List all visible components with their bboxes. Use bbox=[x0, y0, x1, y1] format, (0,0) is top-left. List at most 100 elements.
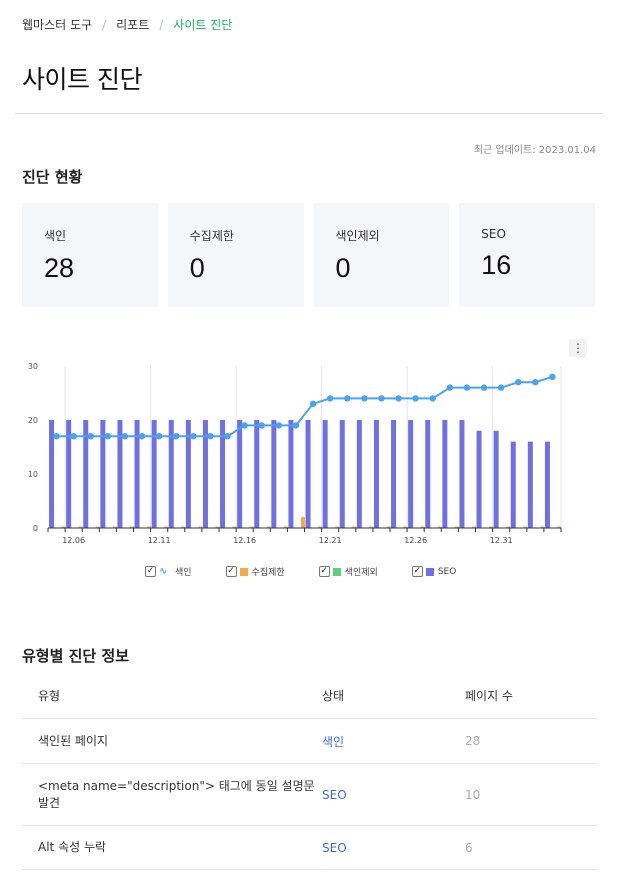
point-index bbox=[292, 422, 300, 429]
card-index-excluded: 색인제외 0 bbox=[313, 203, 450, 307]
card-label: SEO bbox=[481, 227, 506, 241]
point-index bbox=[412, 395, 419, 402]
row-pages: 10 bbox=[465, 787, 481, 802]
point-index bbox=[395, 395, 402, 402]
row-type[interactable]: <meta name="description"> 태그에 동일 설명문 발견 bbox=[22, 778, 322, 812]
legend-label: 색인 bbox=[175, 568, 192, 578]
breadcrumb-webmaster-tools[interactable]: 웹마스터 도구 bbox=[22, 16, 92, 33]
bar-seo bbox=[49, 420, 55, 528]
point-index bbox=[190, 433, 197, 440]
card-crawl-limit: 수집제한 0 bbox=[167, 203, 304, 307]
legend-label: 수집제한 bbox=[251, 568, 285, 578]
diagnosis-chart: 0 10 20 30 12.06 12.11 12.16 12.21 12.26 12.31 bbox=[28, 362, 562, 545]
bar-seo bbox=[339, 420, 345, 528]
y-tick-label: 10 bbox=[28, 470, 38, 479]
point-index bbox=[53, 433, 60, 440]
bar-seo bbox=[305, 420, 311, 528]
breadcrumb: 웹마스터 도구 / 리포트 / 사이트 진단 bbox=[22, 16, 232, 33]
point-index bbox=[515, 379, 522, 386]
point-index bbox=[326, 395, 334, 402]
row-status[interactable]: 색인 bbox=[322, 733, 465, 750]
bar-seo bbox=[510, 441, 516, 528]
checkbox-icon[interactable]: ✓ bbox=[145, 566, 156, 577]
row-type[interactable]: Alt 속성 누락 bbox=[22, 839, 322, 856]
card-seo: SEO 16 bbox=[459, 203, 595, 307]
row-type[interactable]: 색인된 페이지 bbox=[22, 733, 322, 750]
point-index bbox=[121, 433, 129, 440]
card-index: 색인 28 bbox=[22, 203, 158, 307]
bar-seo bbox=[237, 420, 243, 528]
checkbox-icon[interactable]: ✓ bbox=[411, 566, 423, 577]
card-label: 색인 bbox=[44, 229, 67, 243]
header-status: 상태 bbox=[322, 689, 345, 703]
point-index bbox=[480, 384, 488, 391]
row-status[interactable]: SEO bbox=[322, 788, 465, 802]
point-index bbox=[275, 422, 283, 429]
bar-seo bbox=[271, 420, 277, 528]
bar-seo bbox=[408, 420, 414, 528]
card-label: 수집제한 bbox=[189, 229, 234, 243]
point-index bbox=[138, 433, 146, 440]
point-index bbox=[155, 433, 163, 440]
point-index bbox=[70, 433, 77, 440]
point-index bbox=[463, 384, 471, 391]
x-tick-label: 12.06 bbox=[62, 536, 85, 545]
breadcrumb-separator: / bbox=[159, 17, 164, 32]
point-index bbox=[258, 422, 265, 429]
details-section-title: 유형별 진단 정보 bbox=[22, 647, 130, 665]
bar-seo bbox=[442, 420, 448, 528]
point-index bbox=[104, 433, 112, 440]
bar-seo bbox=[254, 420, 260, 528]
legend-label: 색인제외 bbox=[344, 568, 378, 578]
page-title: 사이트 진단 bbox=[22, 65, 142, 94]
x-tick-label: 12.21 bbox=[319, 536, 342, 545]
line-index bbox=[56, 375, 553, 438]
chart-legend: ✓ ∿ 색인 ✓ 수집제한 ✓ 색인제외 ✓ SEO bbox=[145, 565, 456, 578]
point-index bbox=[429, 395, 436, 402]
legend-item-crawl-limit[interactable]: ✓ 수집제한 bbox=[225, 565, 285, 578]
last-updated: 최근 업데이트: 2023.01.04 bbox=[473, 145, 596, 156]
breadcrumb-report[interactable]: 리포트 bbox=[116, 16, 149, 33]
card-value: 0 bbox=[335, 253, 351, 283]
status-section-title: 진단 현황 bbox=[22, 168, 83, 186]
card-label: 색인제외 bbox=[335, 229, 380, 243]
row-pages: 6 bbox=[465, 840, 473, 855]
point-index bbox=[173, 433, 180, 440]
legend-item-seo[interactable]: ✓ SEO bbox=[411, 566, 457, 577]
bar-seo bbox=[288, 420, 294, 528]
bar-series-icon bbox=[425, 567, 434, 576]
breadcrumb-current: 사이트 진단 bbox=[173, 18, 233, 32]
legend-label: SEO bbox=[437, 566, 457, 577]
point-index bbox=[532, 379, 539, 386]
legend-item-index-excluded[interactable]: ✓ 색인제외 bbox=[318, 565, 378, 578]
bar-seo bbox=[476, 430, 482, 528]
details-table: 유형 상태 페이지 수 색인된 페이지 색인 28 <meta name="de… bbox=[22, 673, 597, 870]
bar-series-icon bbox=[239, 567, 248, 576]
point-index bbox=[241, 422, 248, 429]
point-index bbox=[361, 395, 368, 402]
row-pages: 28 bbox=[465, 734, 481, 748]
point-index bbox=[378, 395, 385, 402]
bar-seo bbox=[356, 420, 362, 528]
bar-seo bbox=[527, 441, 533, 528]
point-index bbox=[344, 395, 351, 402]
point-index bbox=[224, 433, 231, 440]
line-series-icon: ∿ bbox=[159, 565, 168, 577]
bar-crawl-limit bbox=[300, 517, 305, 528]
breadcrumb-separator: / bbox=[102, 17, 107, 32]
y-tick-label: 0 bbox=[33, 524, 38, 533]
point-index bbox=[87, 433, 94, 440]
legend-item-index[interactable]: ✓ ∿ 색인 bbox=[145, 565, 192, 578]
checkbox-icon[interactable]: ✓ bbox=[318, 566, 330, 577]
header-type: 유형 bbox=[38, 689, 61, 703]
checkbox-icon[interactable]: ✓ bbox=[225, 566, 237, 577]
table-row[interactable]: 색인된 페이지 색인 28 bbox=[22, 719, 597, 764]
row-status[interactable]: SEO bbox=[322, 841, 465, 855]
table-row[interactable]: <meta name="description"> 태그에 동일 설명문 발견 … bbox=[22, 764, 597, 826]
card-value: 0 bbox=[189, 253, 205, 283]
table-row[interactable]: Alt 속성 누락 SEO 6 bbox=[22, 826, 597, 870]
point-index bbox=[549, 373, 556, 380]
x-tick-label: 12.31 bbox=[490, 536, 513, 545]
header-pages: 페이지 수 bbox=[465, 689, 513, 703]
point-index bbox=[446, 384, 454, 391]
